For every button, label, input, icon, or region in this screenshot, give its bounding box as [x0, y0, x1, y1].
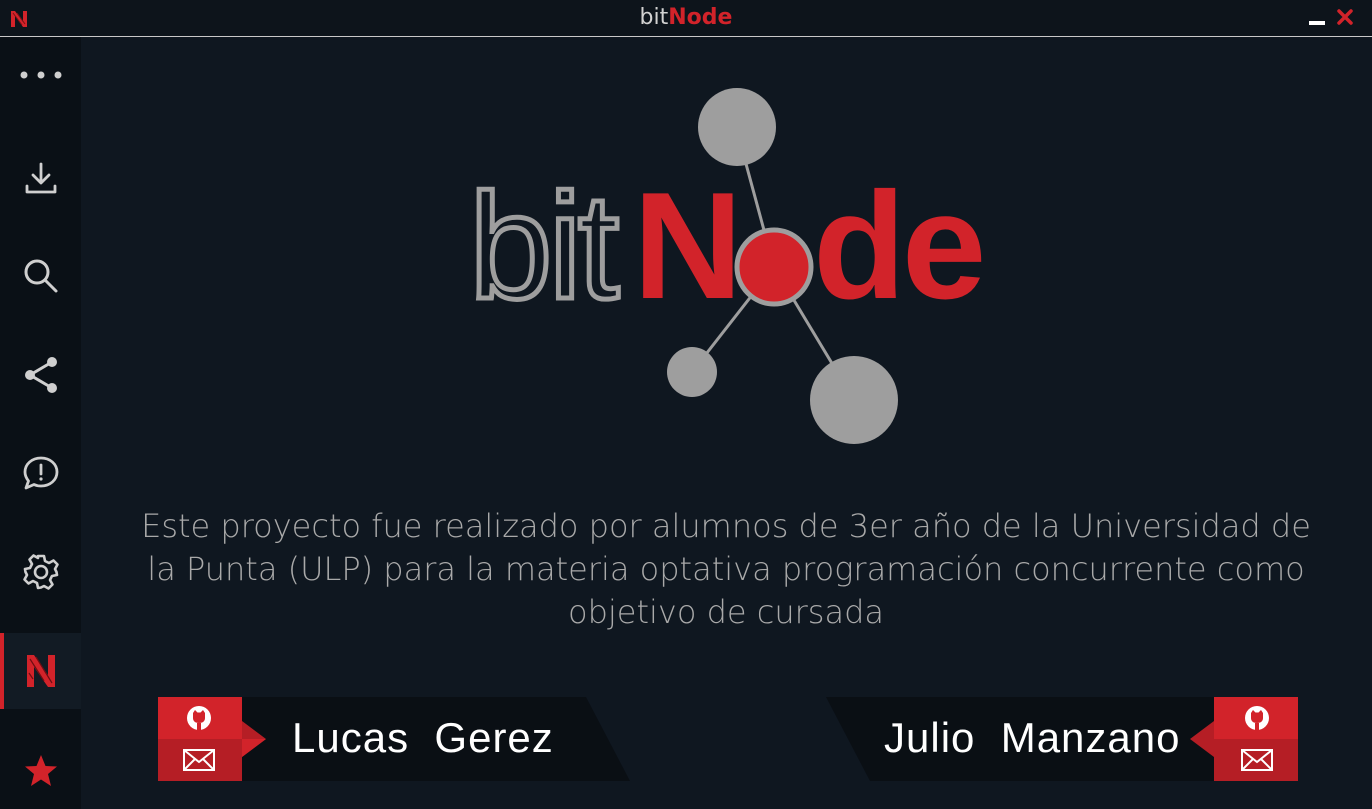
github-button-left[interactable] [158, 697, 240, 739]
window-title-prefix: bit [639, 5, 669, 30]
settings-icon [22, 554, 59, 590]
author-name-left: Lucas Gerez [292, 714, 554, 761]
github-icon [187, 706, 211, 730]
author-card-left: Lucas Gerez [158, 697, 630, 781]
minimize-icon [1309, 21, 1325, 25]
sidebar-item-share[interactable] [0, 337, 81, 413]
mail-icon [183, 749, 215, 771]
bitnode-logo: bit N de [467, 88, 986, 444]
email-button-right[interactable] [1216, 739, 1298, 781]
logo-text-bit: bit [469, 162, 619, 330]
sidebar-item-feedback[interactable] [0, 435, 81, 511]
project-description: Este proyecto fue realizado por alumnos … [141, 507, 1311, 631]
window-title-suffix: Node [668, 5, 733, 30]
sidebar-item-more[interactable] [0, 37, 81, 113]
github-icon [1245, 706, 1269, 730]
about-panel: bit N de Este proyecto fue realizado por… [81, 37, 1372, 809]
close-icon [1337, 9, 1353, 25]
close-button[interactable] [1334, 6, 1356, 28]
star-icon [24, 755, 57, 786]
window-title: bitNode [0, 4, 1372, 32]
more-icon [20, 71, 61, 79]
email-button-left[interactable] [158, 739, 240, 781]
share-icon [24, 357, 57, 393]
minimize-button[interactable] [1306, 6, 1328, 28]
download-icon [25, 162, 56, 194]
mail-icon [1241, 749, 1273, 771]
logo-text-de: de [813, 161, 982, 331]
sidebar-item-search[interactable] [0, 238, 81, 314]
github-button-right[interactable] [1216, 697, 1298, 739]
about-icon [26, 655, 55, 687]
author-name-right: Julio Manzano [884, 714, 1181, 761]
feedback-icon [23, 456, 58, 490]
sidebar-item-about[interactable] [0, 633, 81, 709]
sidebar-item-settings[interactable] [0, 534, 81, 610]
sidebar-item-favorites[interactable] [0, 733, 81, 809]
logo-text-n: N [633, 161, 743, 331]
sidebar [0, 37, 81, 809]
search-icon [24, 259, 57, 293]
sidebar-item-download[interactable] [0, 140, 81, 216]
title-bar: bitNode [0, 0, 1372, 37]
author-card-right: Julio Manzano [826, 697, 1298, 781]
